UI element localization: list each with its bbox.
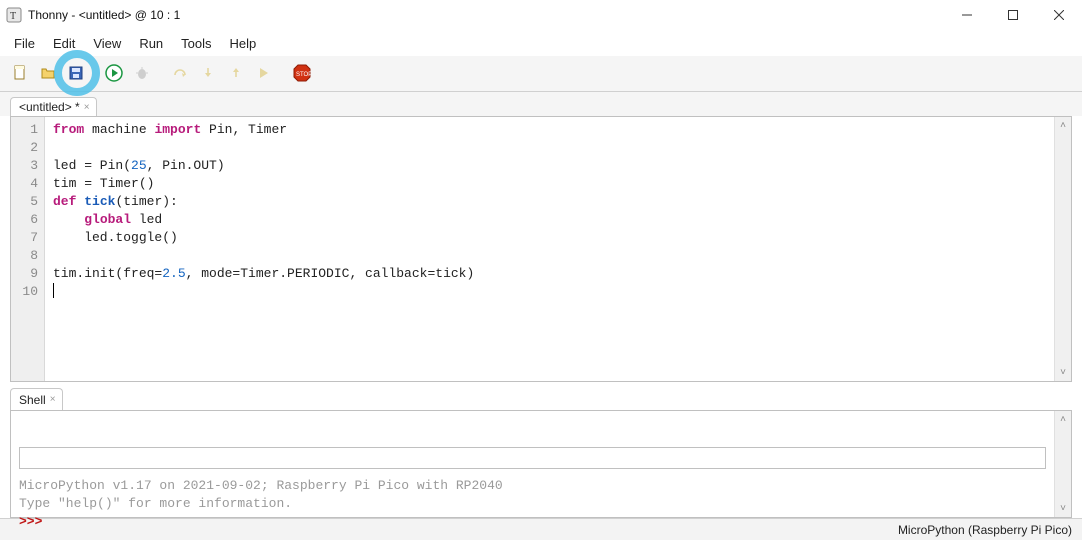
code-line[interactable]: tim.init(freq=2.5, mode=Timer.PERIODIC, … — [53, 265, 1046, 283]
editor-tab-label: <untitled> * — [19, 100, 80, 114]
line-number: 1 — [11, 121, 38, 139]
scroll-down-icon[interactable]: ˅ — [1060, 364, 1066, 381]
line-number: 9 — [11, 265, 38, 283]
shell-banner-line-2: Type "help()" for more information. — [19, 495, 1046, 513]
run-button[interactable] — [102, 63, 126, 87]
line-number: 10 — [11, 283, 38, 301]
line-number: 7 — [11, 229, 38, 247]
close-shell-tab-icon[interactable]: × — [50, 394, 56, 405]
minimize-button[interactable] — [944, 0, 990, 30]
shell-body[interactable]: MicroPython v1.17 on 2021-09-02; Raspber… — [10, 410, 1072, 518]
code-line[interactable] — [53, 247, 1046, 265]
code-line[interactable]: led.toggle() — [53, 229, 1046, 247]
scroll-down-icon[interactable]: ˅ — [1060, 500, 1066, 517]
menu-run[interactable]: Run — [131, 32, 173, 55]
line-number: 5 — [11, 193, 38, 211]
code-line[interactable]: from machine import Pin, Timer — [53, 121, 1046, 139]
stop-sign-icon: STOP — [293, 64, 311, 85]
close-button[interactable] — [1036, 0, 1082, 30]
step-into-icon — [200, 65, 216, 84]
line-number: 2 — [11, 139, 38, 157]
step-over-icon — [172, 65, 188, 84]
app-icon: T — [6, 7, 22, 23]
line-number-gutter: 12345678910 — [11, 117, 45, 381]
svg-text:STOP: STOP — [296, 72, 311, 78]
maximize-button[interactable] — [990, 0, 1036, 30]
code-editor[interactable]: 12345678910 from machine import Pin, Tim… — [10, 116, 1072, 382]
svg-text:T: T — [10, 11, 16, 22]
shell-tab-label: Shell — [19, 393, 46, 407]
title-bar: T Thonny - <untitled> @ 10 : 1 — [0, 0, 1082, 30]
shell-scrollbar[interactable]: ˄ ˅ — [1054, 411, 1071, 517]
debug-button[interactable] — [130, 63, 154, 87]
menu-view[interactable]: View — [85, 32, 131, 55]
close-tab-icon[interactable]: × — [84, 102, 90, 113]
new-file-button[interactable] — [8, 63, 32, 87]
window-title: Thonny - <untitled> @ 10 : 1 — [28, 8, 180, 22]
scroll-up-icon[interactable]: ˄ — [1060, 411, 1066, 428]
menu-tools[interactable]: Tools — [173, 32, 221, 55]
play-circle-icon — [105, 64, 123, 85]
line-number: 3 — [11, 157, 38, 175]
menu-bar: File Edit View Run Tools Help — [0, 30, 1082, 56]
menu-edit[interactable]: Edit — [45, 32, 85, 55]
save-file-button[interactable] — [64, 63, 88, 87]
bug-icon — [134, 65, 150, 84]
step-out-button[interactable] — [224, 63, 248, 87]
code-line[interactable]: def tick(timer): — [53, 193, 1046, 211]
code-line[interactable]: tim = Timer() — [53, 175, 1046, 193]
toolbar: STOP — [0, 56, 1082, 92]
text-cursor — [53, 283, 54, 298]
line-number: 6 — [11, 211, 38, 229]
code-line[interactable] — [53, 283, 1046, 302]
step-out-icon — [228, 65, 244, 84]
code-line[interactable] — [53, 139, 1046, 157]
shell-banner-line-1: MicroPython v1.17 on 2021-09-02; Raspber… — [19, 477, 1046, 495]
scroll-up-icon[interactable]: ˄ — [1060, 117, 1066, 134]
editor-tab[interactable]: <untitled> * × — [10, 97, 97, 116]
line-number: 4 — [11, 175, 38, 193]
code-area[interactable]: from machine import Pin, Timer led = Pin… — [45, 117, 1054, 381]
step-over-button[interactable] — [168, 63, 192, 87]
shell-tab[interactable]: Shell × — [10, 388, 63, 410]
shell-blank-line — [19, 447, 1046, 469]
shell-prompt: >>> — [19, 514, 42, 529]
folder-open-icon — [40, 65, 56, 84]
shell-panel: Shell × MicroPython v1.17 on 2021-09-02;… — [10, 388, 1072, 518]
editor-tab-strip: <untitled> * × — [0, 92, 1082, 116]
stop-button[interactable]: STOP — [290, 63, 314, 87]
resume-icon — [256, 65, 272, 84]
open-file-button[interactable] — [36, 63, 60, 87]
code-line[interactable]: led = Pin(25, Pin.OUT) — [53, 157, 1046, 175]
resume-button[interactable] — [252, 63, 276, 87]
code-line[interactable]: global led — [53, 211, 1046, 229]
menu-help[interactable]: Help — [222, 32, 267, 55]
menu-file[interactable]: File — [6, 32, 45, 55]
shell-text[interactable]: MicroPython v1.17 on 2021-09-02; Raspber… — [11, 411, 1054, 517]
editor-scrollbar[interactable]: ˄ ˅ — [1054, 117, 1071, 381]
step-into-button[interactable] — [196, 63, 220, 87]
save-disk-icon — [68, 65, 84, 84]
file-new-icon — [12, 65, 28, 84]
line-number: 8 — [11, 247, 38, 265]
